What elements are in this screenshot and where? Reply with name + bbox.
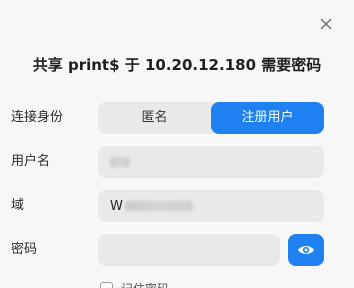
username-label: 用户名 bbox=[11, 154, 51, 169]
identity-row: 连接身份 匿名 注册用户 bbox=[0, 102, 354, 134]
close-icon[interactable] bbox=[320, 18, 332, 30]
username-field[interactable] bbox=[98, 146, 324, 178]
close-button[interactable] bbox=[316, 14, 336, 34]
remember-password-option[interactable]: 记住密码 bbox=[100, 280, 169, 288]
password-field[interactable] bbox=[98, 234, 280, 266]
show-password-button[interactable] bbox=[288, 234, 324, 266]
username-row: 用户名 bbox=[0, 146, 354, 178]
domain-value: W bbox=[110, 198, 123, 214]
remember-password-label: 记住密码 bbox=[121, 280, 169, 288]
password-row: 密码 bbox=[0, 234, 354, 266]
identity-option-anonymous[interactable]: 匿名 bbox=[98, 102, 211, 134]
domain-field[interactable]: W bbox=[98, 190, 324, 222]
identity-option-registered-user[interactable]: 注册用户 bbox=[211, 102, 324, 134]
redacted-username bbox=[110, 157, 130, 167]
dialog-title: 共享 print$ 于 10.20.12.180 需要密码 bbox=[32, 56, 322, 74]
domain-row: 域 W bbox=[0, 190, 354, 222]
password-dialog: 共享 print$ 于 10.20.12.180 需要密码 连接身份 匿名 注册… bbox=[0, 0, 354, 288]
remember-password-checkbox[interactable] bbox=[100, 281, 113, 288]
eye-icon bbox=[298, 246, 314, 254]
identity-label: 连接身份 bbox=[11, 110, 64, 125]
password-label: 密码 bbox=[11, 242, 38, 257]
identity-segmented-control: 匿名 注册用户 bbox=[98, 102, 324, 134]
domain-label: 域 bbox=[11, 198, 25, 213]
redacted-domain bbox=[124, 201, 193, 211]
